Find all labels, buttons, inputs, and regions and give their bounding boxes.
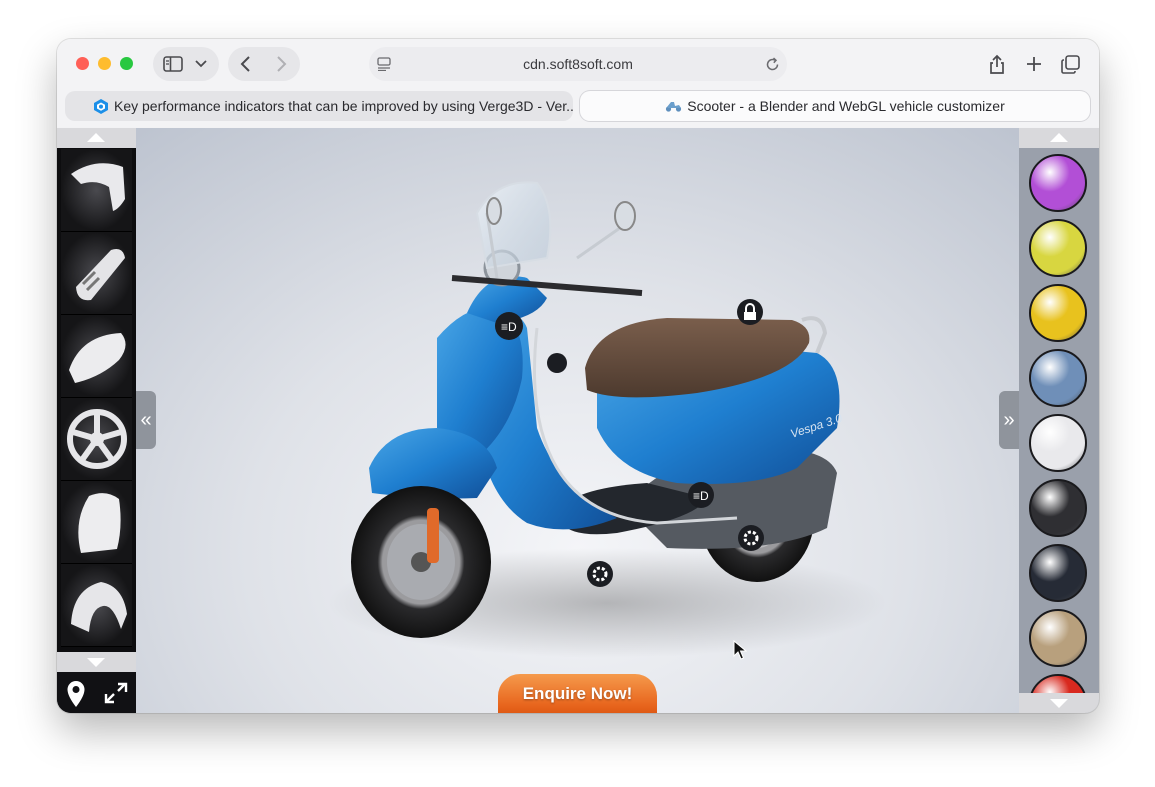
settings-hotspot-icon[interactable] [587,561,613,587]
part-wheel[interactable] [61,398,132,481]
address-bar[interactable]: cdn.soft8soft.com [369,47,787,81]
collapse-colors-panel-button[interactable]: » [999,391,1019,449]
color-swatch-white[interactable] [1029,414,1087,472]
parts-panel [57,128,136,713]
sidebar-icon[interactable] [163,56,183,72]
new-tab-icon[interactable] [1026,56,1042,72]
verge3d-favicon-icon [94,99,108,114]
share-icon[interactable] [988,54,1006,74]
part-leg-shield[interactable] [61,481,132,564]
minimize-window-button[interactable] [98,57,111,70]
toolbar-actions [982,47,1090,81]
lock-hotspot-icon[interactable] [737,299,763,325]
tab-overview-icon[interactable] [1061,55,1080,74]
fullscreen-icon[interactable] [103,681,129,705]
light-icon [76,249,125,301]
seat-icon [69,333,126,383]
shield-icon [78,493,121,553]
part-front-fender[interactable] [61,149,132,232]
mouse-cursor-icon [733,640,747,660]
chevron-down-icon[interactable] [195,60,207,68]
parts-panel-footer [57,672,136,713]
light-hotspot-icon[interactable]: ≡D [688,482,714,508]
parts-scroll-up-button[interactable] [57,128,136,148]
browser-window: cdn.soft8soft.com Key performance indica… [57,39,1099,713]
location-pin-icon[interactable] [66,680,86,708]
color-swatch-yellow[interactable] [1029,284,1087,342]
title-bar: cdn.soft8soft.com [57,39,1099,89]
arrow-down-icon [1050,699,1068,708]
arrow-down-icon [87,658,105,667]
colors-scroll-up-button[interactable] [1019,128,1099,148]
colors-scroll-down-button[interactable] [1019,693,1099,713]
color-swatch-panel [1019,128,1099,713]
part-headset[interactable] [61,564,132,647]
arrow-up-icon [87,133,105,142]
svg-text:≡D: ≡D [501,320,517,334]
color-swatch-navy[interactable] [1029,544,1087,602]
arrow-up-icon [1050,133,1068,142]
reload-icon[interactable] [765,57,780,72]
zoom-window-button[interactable] [120,57,133,70]
tab-scooter-customizer[interactable]: Scooter - a Blender and WebGL vehicle cu… [580,91,1090,121]
scooter-3d-model[interactable]: Vespa 3.0 ≡D ≡D [57,128,1099,713]
close-window-button[interactable] [76,57,89,70]
customizer-viewport[interactable]: Vespa 3.0 ≡D ≡D « » Enquire Now! [57,128,1099,713]
back-icon[interactable] [240,56,252,72]
svg-text:≡D: ≡D [693,489,709,503]
part-seat[interactable] [61,315,132,398]
part-rear-light[interactable] [61,232,132,315]
settings-hotspot-icon[interactable] [738,525,764,551]
tab-title: Scooter - a Blender and WebGL vehicle cu… [665,91,1005,121]
scooter-favicon-icon [666,102,682,112]
fender-icon [71,163,125,211]
address-text: cdn.soft8soft.com [523,56,633,72]
headlight-hotspot-icon[interactable]: ≡D [495,312,523,340]
wheel-icon [67,409,127,469]
forward-icon[interactable] [275,56,287,72]
collapse-parts-panel-button[interactable]: « [136,391,156,449]
parts-scroll-down-button[interactable] [57,652,136,672]
color-swatch-light-blue[interactable] [1029,349,1087,407]
navigation-group [228,47,300,81]
headset-icon [71,582,127,632]
color-swatch-purple[interactable] [1029,154,1087,212]
color-swatch-beige[interactable] [1029,609,1087,667]
enquire-now-button[interactable]: Enquire Now! [498,674,657,713]
color-swatch-dark-gray[interactable] [1029,479,1087,537]
sidebar-toggle-group [153,47,219,81]
tab-title: Key performance indicators that can be i… [114,98,573,114]
tab-bar: Key performance indicators that can be i… [57,89,1099,127]
tab-verge3d-kpis[interactable]: Key performance indicators that can be i… [65,91,573,121]
color-swatch-lime[interactable] [1029,219,1087,277]
